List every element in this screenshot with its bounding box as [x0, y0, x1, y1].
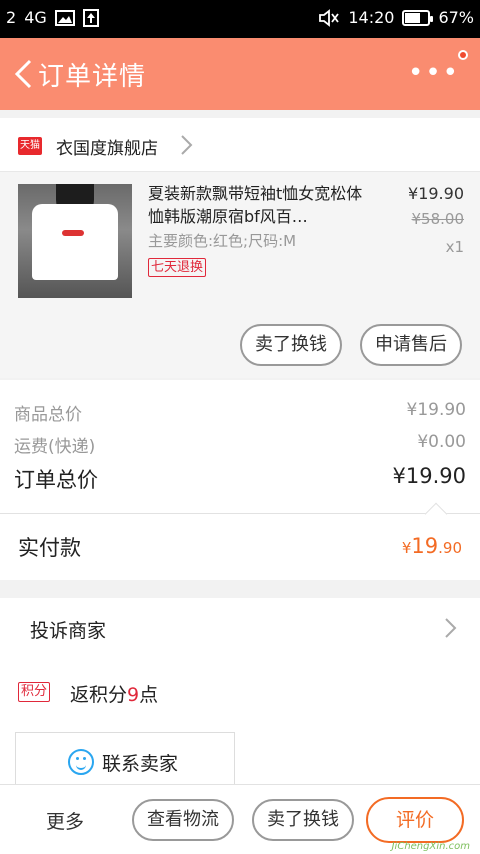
product-price: ¥19.90 — [408, 184, 464, 203]
upload-icon — [82, 8, 99, 27]
actual-payment-amount: ¥19.90 — [401, 534, 462, 558]
page-title: 订单详情 — [38, 62, 147, 92]
mute-icon — [319, 8, 340, 27]
sell-item-button[interactable]: 卖了换钱 — [240, 324, 342, 366]
goods-total-label: 商品总价 — [14, 405, 82, 425]
order-total-value: ¥19.90 — [392, 464, 466, 488]
return-policy-tag: 七天退换 — [148, 258, 207, 277]
product-sku: 主要颜色:红色;尺码:M — [148, 232, 297, 250]
sim-icon: 2 — [6, 8, 17, 27]
chevron-left-icon[interactable] — [12, 58, 36, 90]
complain-seller-label: 投诉商家 — [30, 620, 107, 642]
store-name[interactable]: 衣国度旗舰店 — [56, 134, 158, 159]
product-title[interactable]: 夏装新款飘带短袖t恤女宽松体恤韩版潮原宿bf风百… — [148, 182, 378, 228]
shipping-label: 运费(快递) — [14, 437, 96, 457]
watermark: JiChengXin.com — [391, 841, 470, 852]
chevron-right-icon — [181, 135, 193, 155]
battery-icon — [402, 9, 434, 26]
notification-dot — [458, 50, 468, 60]
more-button[interactable]: 更多 — [46, 807, 84, 834]
contact-section: 联系卖家 — [0, 726, 480, 792]
tmall-logo: 天猫 — [18, 137, 42, 155]
chat-smile-icon — [68, 749, 94, 775]
actual-payment-label: 实付款 — [18, 536, 81, 560]
clock: 14:20 — [348, 8, 395, 27]
gallery-icon — [54, 9, 75, 26]
status-bar: 2 4G 14:20 67% — [0, 0, 480, 38]
goods-total-row: 商品总价 ¥19.90 — [14, 400, 466, 425]
store-row[interactable]: 天猫 衣国度旗舰店 — [0, 118, 480, 172]
product-original-price: ¥58.00 — [411, 210, 465, 228]
actual-payment-row: 实付款 ¥19.90 — [0, 502, 480, 580]
network-type: 4G — [24, 8, 47, 27]
app-header: 订单详情 ••• — [0, 38, 480, 110]
order-total-label: 订单总价 — [14, 468, 98, 492]
chevron-right-icon — [445, 618, 457, 638]
bottom-action-bar: 更多 查看物流 卖了换钱 评价 JiChengXin.com — [0, 784, 480, 854]
price-summary: 商品总价 ¥19.90 运费(快递) ¥0.00 订单总价 ¥19.90 — [0, 380, 480, 514]
contact-seller-label: 联系卖家 — [102, 753, 179, 775]
points-text: 返积分9点 — [70, 684, 159, 706]
after-sales-button[interactable]: 申请售后 — [360, 324, 462, 366]
product-image[interactable] — [18, 184, 132, 298]
battery-percent: 67% — [438, 8, 474, 27]
review-button[interactable]: 评价 — [366, 797, 464, 843]
shipping-value: ¥0.00 — [417, 432, 466, 452]
points-badge: 积分 — [18, 682, 51, 702]
points-row: 积分 返积分9点 — [0, 658, 480, 726]
order-item: 夏装新款飘带短袖t恤女宽松体恤韩版潮原宿bf风百… 主要颜色:红色;尺码:M 七… — [0, 172, 480, 378]
contact-seller-button[interactable]: 联系卖家 — [15, 732, 235, 792]
sell-button[interactable]: 卖了换钱 — [252, 799, 354, 841]
shipping-row: 运费(快递) ¥0.00 — [14, 432, 466, 457]
goods-total-value: ¥19.90 — [406, 400, 466, 420]
view-logistics-button[interactable]: 查看物流 — [132, 799, 234, 841]
order-total-row: 订单总价 ¥19.90 — [14, 464, 466, 494]
product-quantity: x1 — [445, 238, 464, 256]
complain-seller-row[interactable]: 投诉商家 — [0, 598, 480, 658]
more-options-button[interactable]: ••• — [408, 60, 460, 86]
